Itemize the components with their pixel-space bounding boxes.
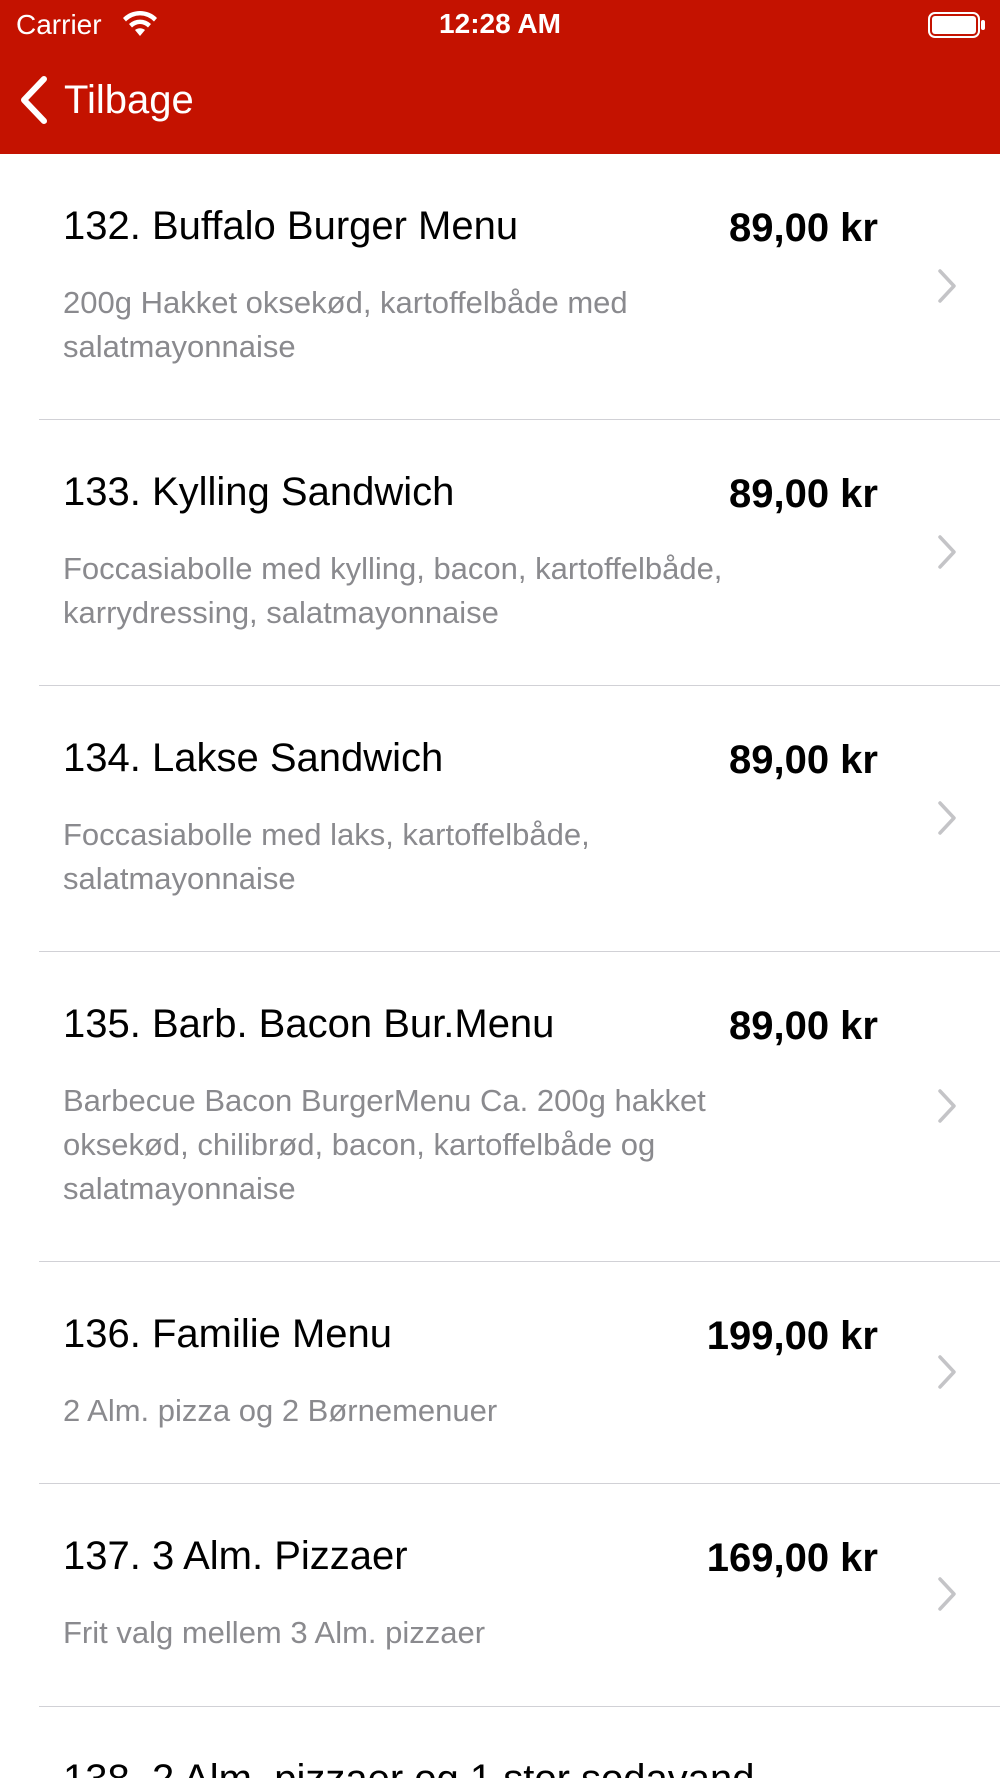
list-item[interactable]: 137. 3 Alm. Pizzaer 169,00 kr Frit valg …: [0, 1484, 1000, 1707]
status-bar: Carrier 12:28 AM: [0, 0, 1000, 50]
back-button[interactable]: Tilbage: [18, 72, 194, 128]
chevron-right-icon: [938, 1355, 956, 1389]
chevron-right-icon: [938, 1577, 956, 1611]
back-button-label: Tilbage: [64, 77, 194, 122]
item-price: 89,00 kr: [728, 206, 878, 250]
list-item[interactable]: 136. Familie Menu 199,00 kr 2 Alm. pizza…: [0, 1262, 1000, 1484]
item-description: 2 Alm. pizza og 2 Børnemenuer: [63, 1393, 498, 1428]
item-title: 138. 2 Alm. pizzaer og 1 stor sodavand: [63, 1757, 755, 1778]
item-title: 134. Lakse Sandwich: [63, 736, 444, 780]
chevron-left-icon: [21, 76, 47, 124]
chevron-right-icon: [938, 535, 956, 569]
item-price: 89,00 kr: [728, 1004, 878, 1048]
item-title: 137. 3 Alm. Pizzaer: [63, 1534, 408, 1578]
item-title: 135. Barb. Bacon Bur.Menu: [63, 1002, 555, 1046]
list-item[interactable]: 133. Kylling Sandwich 89,00 kr Foccasiab…: [0, 420, 1000, 686]
item-description: Frit valg mellem 3 Alm. pizzaer: [63, 1615, 486, 1650]
item-description: Foccasiabolle med kylling, bacon, kartof…: [63, 551, 723, 630]
item-description: Barbecue Bacon BurgerMenu Ca. 200g hakke…: [63, 1083, 706, 1206]
chevron-right-icon: [938, 1089, 956, 1123]
navigation-header: Carrier 12:28 AM Tilbage: [0, 0, 1000, 154]
item-description: 200g Hakket oksekød, kartoffelbåde med s…: [63, 285, 628, 364]
item-title: 136. Familie Menu: [63, 1312, 393, 1356]
list-item[interactable]: 134. Lakse Sandwich 89,00 kr Foccasiabol…: [0, 686, 1000, 952]
status-time: 12:28 AM: [439, 8, 561, 39]
item-price: 199,00 kr: [706, 1314, 878, 1358]
battery-icon: [928, 12, 985, 38]
chevron-right-icon: [938, 269, 956, 303]
list-item[interactable]: 138. 2 Alm. pizzaer og 1 stor sodavand: [0, 1707, 1000, 1778]
item-price: 89,00 kr: [728, 738, 878, 782]
list-item[interactable]: 135. Barb. Bacon Bur.Menu 89,00 kr Barbe…: [0, 952, 1000, 1262]
item-price: 169,00 kr: [706, 1536, 878, 1580]
item-price: 89,00 kr: [728, 472, 878, 516]
chevron-right-icon: [938, 801, 956, 835]
item-description: Foccasiabolle med laks, kartoffelbåde, s…: [63, 817, 590, 896]
list-item[interactable]: 132. Buffalo Burger Menu 89,00 kr 200g H…: [0, 154, 1000, 420]
item-title: 132. Buffalo Burger Menu: [63, 204, 519, 248]
item-title: 133. Kylling Sandwich: [63, 470, 455, 514]
